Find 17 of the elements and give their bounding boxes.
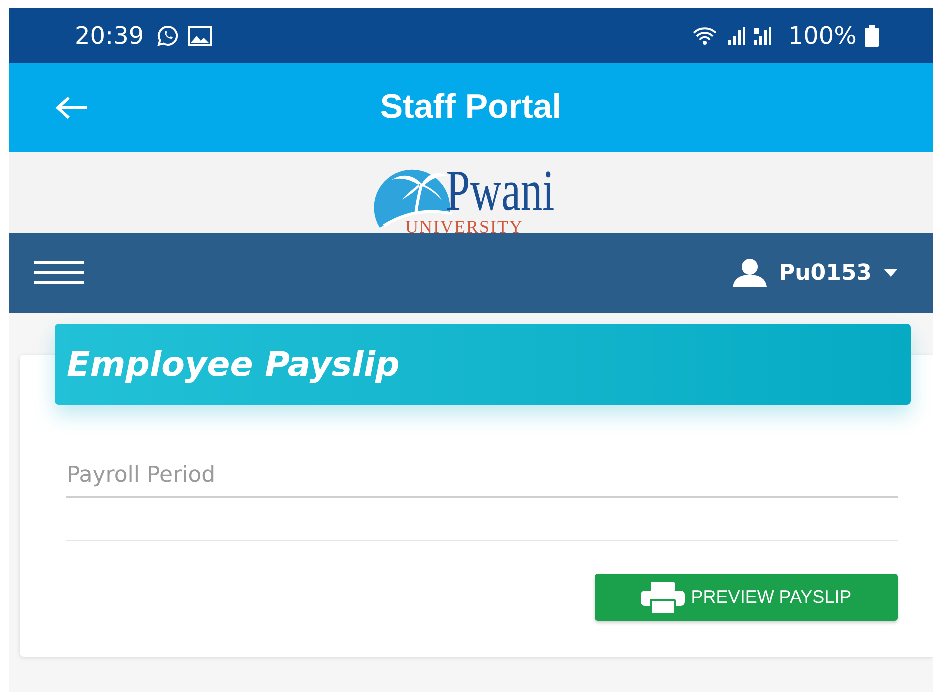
battery-level: 100% — [788, 22, 857, 50]
caret-icon — [884, 269, 898, 277]
payroll-period-field[interactable]: Payroll Period — [66, 455, 898, 498]
menu-icon[interactable] — [34, 260, 84, 286]
battery-icon — [865, 24, 879, 46]
app-title: Staff Portal — [380, 88, 562, 127]
logo-subtitle: UNIVERSITY — [406, 220, 524, 233]
card-title: Employee Payslip — [67, 344, 400, 384]
user-menu[interactable]: Pu0153 — [732, 259, 898, 287]
chat-icon — [156, 24, 180, 48]
status-time: 20:39 — [75, 22, 144, 50]
image-icon — [188, 26, 212, 46]
user-icon — [732, 259, 767, 287]
printer-icon — [641, 582, 686, 614]
logo-wordmark: Pwani — [446, 162, 554, 220]
back-arrow-icon[interactable] — [55, 96, 89, 120]
wifi-icon — [692, 26, 718, 46]
